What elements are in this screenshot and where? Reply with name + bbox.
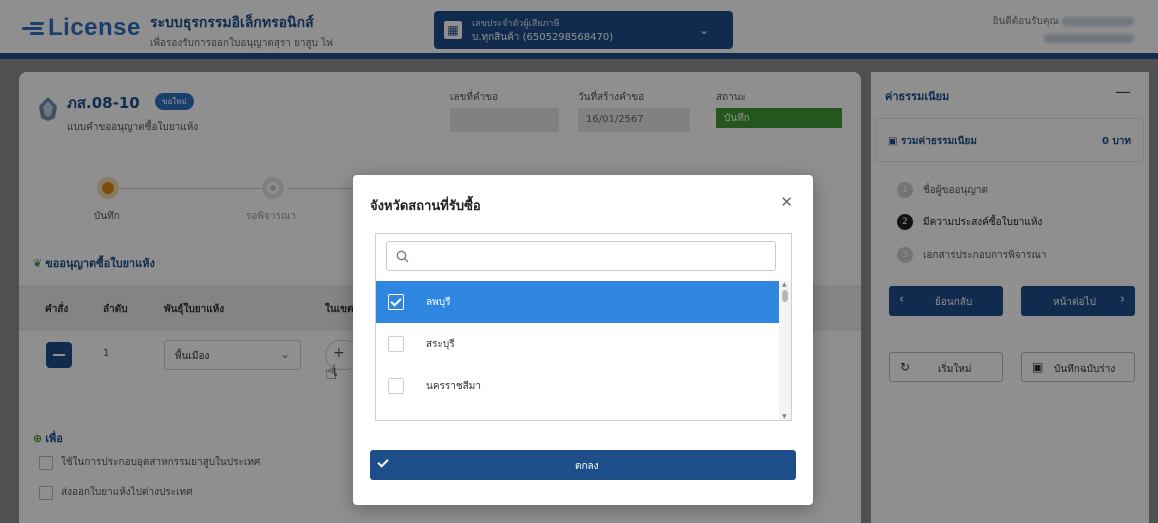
ok-button[interactable]: ตกลง xyxy=(370,450,796,480)
dialog-title: จังหวัดสถานที่รับซื้อ xyxy=(370,199,481,214)
checkbox[interactable] xyxy=(388,336,404,352)
list-scrollbar[interactable]: ▲ ▼ xyxy=(779,281,791,420)
check-icon xyxy=(377,456,389,468)
search-box[interactable] xyxy=(386,241,776,271)
search-icon xyxy=(396,250,409,263)
province-option[interactable]: ลพบุรี xyxy=(376,281,779,323)
province-label: นครราชสีมา xyxy=(426,380,481,392)
checkbox[interactable] xyxy=(388,378,404,394)
province-label: ลพบุรี xyxy=(426,296,451,308)
province-list: ลพบุรี สระบุรี นครราชสีมา ▲ ▼ xyxy=(375,233,792,421)
checkbox-checked[interactable] xyxy=(388,294,404,310)
search-input[interactable] xyxy=(417,247,767,265)
scrollbar-thumb[interactable] xyxy=(782,290,788,302)
scroll-down-icon[interactable]: ▼ xyxy=(782,413,787,420)
province-label: สระบุรี xyxy=(426,338,455,350)
close-icon[interactable]: ✕ xyxy=(780,193,793,211)
scroll-up-icon[interactable]: ▲ xyxy=(782,281,787,288)
province-option[interactable]: นครราชสีมา xyxy=(376,365,779,407)
province-option[interactable]: สระบุรี xyxy=(376,323,779,365)
province-dialog: จังหวัดสถานที่รับซื้อ ✕ ลพบุรี สระบุรี น… xyxy=(353,175,813,505)
